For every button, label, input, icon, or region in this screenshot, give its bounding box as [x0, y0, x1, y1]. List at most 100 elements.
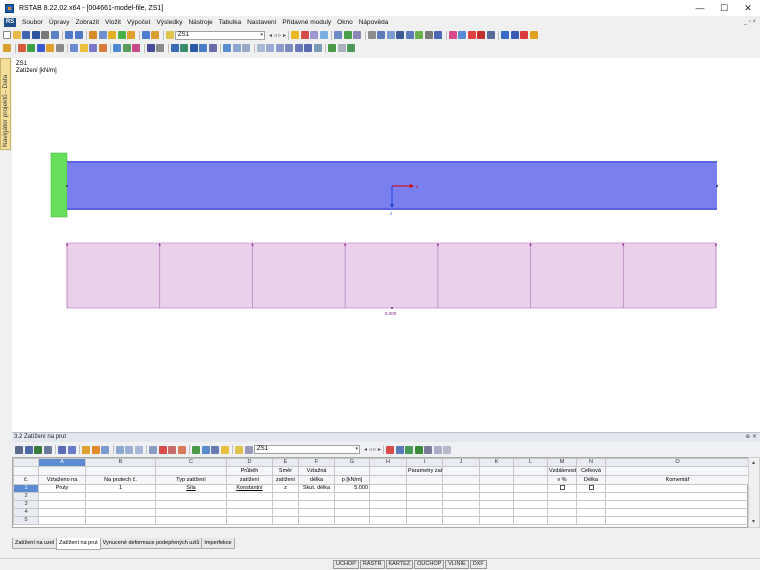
cross-section-icon[interactable] [434, 31, 443, 39]
table-cell[interactable] [605, 484, 750, 493]
table-cell[interactable] [85, 500, 156, 509]
table-cell[interactable] [442, 484, 480, 493]
comment-icon[interactable] [242, 44, 250, 52]
table-cell[interactable] [298, 508, 335, 517]
column-letter-header[interactable]: L [513, 458, 548, 467]
table-cell[interactable] [369, 492, 407, 501]
table-cell[interactable]: Skut. délka [298, 484, 335, 493]
cell-applied-to[interactable]: Pruty [38, 484, 86, 493]
graphic-select-icon[interactable] [192, 445, 200, 454]
move-icon[interactable] [448, 31, 457, 39]
tab-imperfections[interactable]: Imperfekce [201, 538, 235, 549]
table-sort-icon[interactable] [43, 445, 52, 454]
load-case-select[interactable]: ZS1 ▾ [175, 30, 265, 40]
table-nav-icon[interactable] [15, 445, 23, 454]
table-cell[interactable] [576, 500, 606, 509]
snap-grid-icon[interactable] [275, 44, 284, 52]
table-cell[interactable] [442, 516, 480, 525]
table-row[interactable]: 2 [13, 492, 750, 501]
solid-icon[interactable] [122, 44, 131, 52]
formula-icon[interactable] [433, 445, 442, 454]
axes-icon[interactable] [223, 44, 231, 52]
row-number[interactable]: 5 [13, 516, 39, 525]
diagram-icon[interactable] [334, 31, 343, 39]
node-icon[interactable] [396, 31, 405, 39]
filter-icon[interactable] [156, 44, 164, 52]
module-icon[interactable] [501, 31, 510, 39]
table-cell[interactable] [479, 492, 514, 501]
table-cell[interactable] [479, 508, 514, 517]
table-cell[interactable] [605, 500, 750, 509]
scroll-up-icon[interactable]: ▴ [752, 459, 755, 466]
snap-icon[interactable] [386, 31, 395, 39]
table-cell[interactable] [479, 500, 514, 509]
table-cell[interactable] [38, 508, 86, 517]
table-undo-icon[interactable] [82, 445, 90, 454]
table-cell[interactable] [547, 508, 577, 517]
table-cell[interactable] [85, 508, 156, 517]
table-icon[interactable] [151, 31, 159, 39]
status-dxf-button[interactable]: DXF [469, 560, 487, 569]
minimize-button[interactable]: — [688, 0, 712, 16]
column-letter-header[interactable]: N [576, 458, 606, 467]
open-folder-icon[interactable] [12, 31, 21, 39]
table-cell[interactable] [155, 500, 227, 509]
row-number[interactable]: 2 [13, 492, 39, 501]
table-cell[interactable] [155, 516, 227, 525]
dxf-background-icon[interactable] [294, 44, 303, 52]
table-cell[interactable] [226, 500, 273, 509]
table-cell[interactable] [406, 492, 443, 501]
table-cell[interactable] [513, 508, 548, 517]
table-cell[interactable] [38, 516, 86, 525]
table-cell[interactable] [369, 484, 407, 493]
table-cell[interactable] [513, 484, 548, 493]
node-result-icon[interactable] [180, 44, 188, 52]
menu-logo-icon[interactable]: RS [4, 17, 16, 27]
pan-icon[interactable] [79, 44, 88, 52]
table-cell[interactable] [406, 500, 443, 509]
close-button[interactable]: ✕ [736, 0, 760, 16]
table-cell[interactable] [513, 500, 548, 509]
load-case-nav-buttons[interactable]: ◂ ◃ ▹ ▸ [269, 32, 286, 39]
table-vertical-scrollbar[interactable]: ▴ ▾ [748, 457, 760, 528]
window-layout-icon[interactable] [141, 31, 150, 39]
table-cell[interactable] [547, 484, 577, 493]
control-panel-icon[interactable] [347, 44, 355, 52]
table-cell[interactable] [226, 516, 273, 525]
view-z-icon[interactable] [36, 44, 45, 52]
line-grid-icon[interactable] [266, 44, 274, 52]
zoom-all-icon[interactable] [55, 44, 64, 52]
table-cell[interactable] [272, 492, 299, 501]
table-cell[interactable] [226, 508, 273, 517]
model-canvas[interactable]: ZS1 Zatížení [kN/m] x z 5.000 [12, 58, 760, 432]
select-icon[interactable] [3, 44, 11, 52]
wireframe-icon[interactable] [113, 44, 121, 52]
table-cell[interactable] [334, 508, 370, 517]
results-icon[interactable] [117, 31, 126, 39]
object-snap-icon[interactable] [285, 44, 293, 52]
table-cell[interactable] [226, 492, 273, 501]
row-number[interactable]: 1 [13, 484, 39, 493]
relative-distance-checkbox[interactable] [559, 485, 565, 491]
export-icon[interactable] [510, 31, 519, 39]
rotate-icon[interactable] [458, 31, 467, 39]
status-object-snap-button[interactable]: OUCHOP [414, 560, 445, 569]
save-all-icon[interactable] [31, 31, 40, 39]
status-cartesian-button[interactable]: KARTEZ [385, 560, 414, 569]
section-icon[interactable] [319, 31, 328, 39]
status-grid-button[interactable]: RASTR [359, 560, 385, 569]
panel-results-icon[interactable] [244, 445, 253, 454]
menu-vysledky[interactable]: Výsledky [153, 19, 185, 26]
copy-icon[interactable] [168, 445, 176, 454]
column-letter-header[interactable]: F [298, 458, 335, 467]
tab-nodal-loads[interactable]: Zatížení na uzel [12, 538, 58, 549]
menu-napoveda[interactable]: Nápověda [356, 19, 392, 26]
print-report-icon[interactable] [50, 31, 59, 39]
table-cell[interactable] [442, 508, 480, 517]
menu-okno[interactable]: Okno [334, 19, 356, 26]
table-cell[interactable] [547, 492, 577, 501]
column-letter-header[interactable]: J [442, 458, 480, 467]
coordinate-system-icon[interactable] [313, 44, 322, 52]
table-view-icon[interactable] [149, 445, 157, 454]
info-icon[interactable] [529, 31, 538, 39]
